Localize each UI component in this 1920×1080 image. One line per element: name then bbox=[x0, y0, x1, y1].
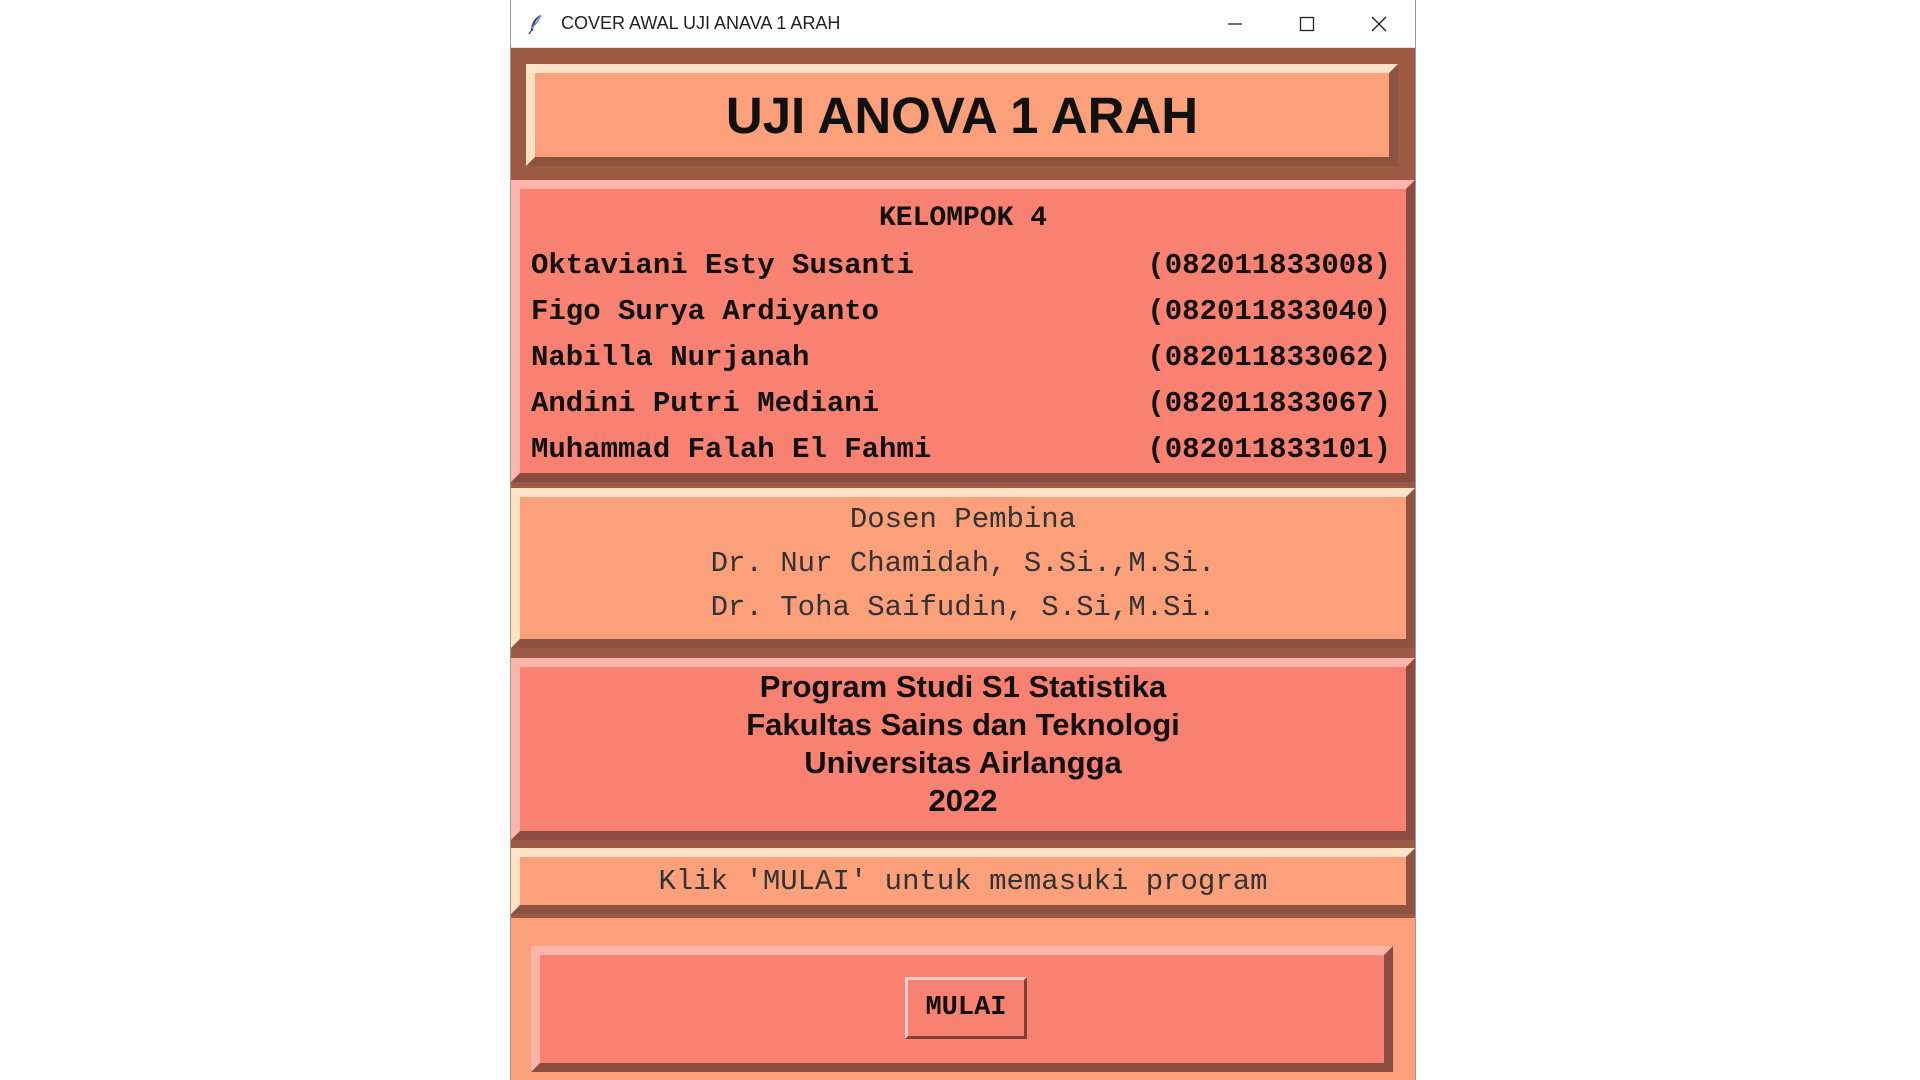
mulai-button[interactable]: MULAI bbox=[905, 977, 1027, 1039]
app-window: COVER AWAL UJI ANAVA 1 ARAH UJI ANOVA 1 … bbox=[510, 0, 1416, 1080]
member-row: Muhammad Falah El Fahmi (082011833101) bbox=[531, 429, 1391, 469]
feather-icon bbox=[525, 13, 547, 35]
member-nim: (082011833008) bbox=[1147, 248, 1391, 282]
member-name: Andini Putri Mediani bbox=[531, 386, 880, 420]
member-name: Nabilla Nurjanah bbox=[531, 340, 810, 374]
member-row: Oktaviani Esty Susanti (082011833008) bbox=[531, 245, 1391, 285]
button-area: MULAI bbox=[511, 918, 1415, 1080]
advisors-panel: Dosen Pembina Dr. Nur Chamidah, S.Si.,M.… bbox=[511, 488, 1415, 648]
member-nim: (082011833101) bbox=[1147, 432, 1391, 466]
member-name: Oktaviani Esty Susanti bbox=[531, 248, 914, 282]
button-panel: MULAI bbox=[531, 946, 1393, 1072]
maximize-icon[interactable] bbox=[1271, 0, 1343, 47]
member-nim: (082011833040) bbox=[1147, 294, 1391, 328]
member-nim: (082011833062) bbox=[1147, 340, 1391, 374]
study-program: Program Studi S1 Statistika bbox=[759, 669, 1167, 704]
member-name: Muhammad Falah El Fahmi bbox=[531, 432, 932, 466]
page-title: UJI ANOVA 1 ARAH bbox=[725, 86, 1199, 144]
window-title: COVER AWAL UJI ANAVA 1 ARAH bbox=[561, 13, 841, 33]
member-nim: (082011833067) bbox=[1147, 386, 1391, 420]
advisor-name: Dr. Nur Chamidah, S.Si.,M.Si. bbox=[710, 547, 1216, 580]
title-bar[interactable]: COVER AWAL UJI ANAVA 1 ARAH bbox=[511, 0, 1415, 48]
advisor-name: Dr. Toha Saifudin, S.Si,M.Si. bbox=[710, 591, 1216, 624]
faculty: Fakultas Sains dan Teknologi bbox=[746, 707, 1180, 742]
university: Universitas Airlangga bbox=[804, 745, 1122, 780]
window-content: UJI ANOVA 1 ARAH KELOMPOK 4 Oktaviani Es… bbox=[511, 48, 1415, 1080]
member-row: Nabilla Nurjanah (082011833062) bbox=[531, 337, 1391, 377]
member-row: Andini Putri Mediani (082011833067) bbox=[531, 383, 1391, 423]
member-row: Figo Surya Ardiyanto (082011833040) bbox=[531, 291, 1391, 331]
member-name: Figo Surya Ardiyanto bbox=[531, 294, 880, 328]
year: 2022 bbox=[928, 783, 998, 818]
advisors-title: Dosen Pembina bbox=[849, 503, 1077, 536]
header-panel: UJI ANOVA 1 ARAH bbox=[526, 64, 1398, 166]
close-icon[interactable] bbox=[1343, 0, 1415, 47]
instruction-panel: Klik 'MULAI' untuk memasuki program bbox=[511, 848, 1415, 914]
institution-panel: Program Studi S1 Statistika Fakultas Sai… bbox=[511, 658, 1415, 840]
instruction-text: Klik 'MULAI' untuk memasuki program bbox=[658, 864, 1268, 898]
group-members-panel: KELOMPOK 4 Oktaviani Esty Susanti (08201… bbox=[511, 180, 1415, 482]
minimize-icon[interactable] bbox=[1199, 0, 1271, 47]
group-title: KELOMPOK 4 bbox=[878, 203, 1048, 234]
